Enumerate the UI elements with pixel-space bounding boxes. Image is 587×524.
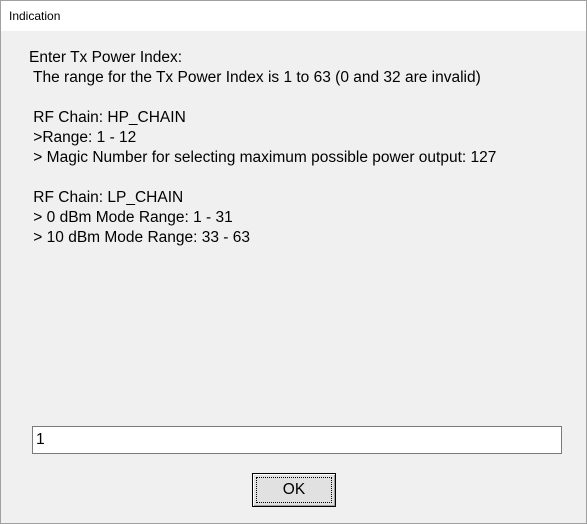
message-line: The range for the Tx Power Index is 1 to… bbox=[29, 69, 481, 86]
window-title: Indication bbox=[9, 9, 61, 23]
message-line: Enter Tx Power Index: bbox=[29, 49, 183, 66]
prompt-message: Enter Tx Power Index: The range for the … bbox=[29, 48, 574, 248]
message-line: RF Chain: HP_CHAIN bbox=[29, 109, 186, 126]
message-line: > Magic Number for selecting maximum pos… bbox=[29, 149, 497, 166]
message-line: RF Chain: LP_CHAIN bbox=[29, 189, 184, 206]
message-line bbox=[29, 168, 574, 188]
message-line: > 10 dBm Mode Range: 33 - 63 bbox=[29, 229, 251, 246]
title-bar[interactable]: Indication bbox=[1, 1, 586, 31]
message-line: > 0 dBm Mode Range: 1 - 31 bbox=[29, 209, 233, 226]
message-line: >Range: 1 - 12 bbox=[29, 129, 137, 146]
tx-power-index-input[interactable] bbox=[32, 426, 562, 454]
message-line bbox=[29, 88, 574, 108]
ok-button[interactable]: OK bbox=[252, 473, 336, 507]
ok-button-label: OK bbox=[282, 481, 306, 498]
dialog-window: Indication Enter Tx Power Index: The ran… bbox=[0, 0, 587, 524]
